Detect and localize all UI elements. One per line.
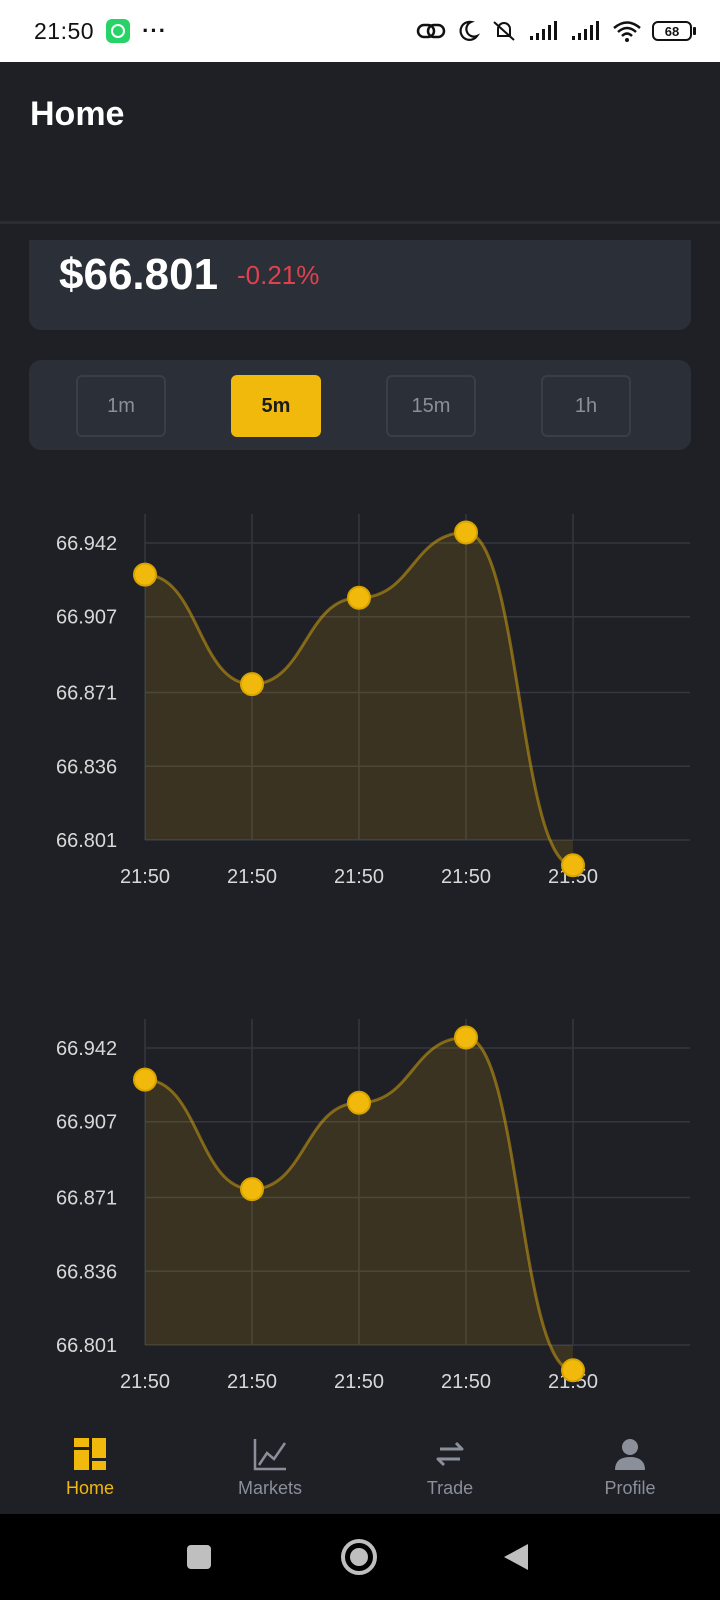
nav-label-profile: Profile bbox=[604, 1478, 656, 1498]
user-icon bbox=[615, 1439, 645, 1470]
timeframe-5m-button[interactable]: 5m bbox=[231, 375, 321, 437]
wifi-icon bbox=[613, 21, 641, 42]
y-tick-label: 66.907 bbox=[56, 607, 117, 629]
nav-label-markets: Markets bbox=[237, 1478, 302, 1498]
home-circle-icon[interactable] bbox=[340, 1538, 378, 1576]
whatsapp-icon bbox=[106, 19, 131, 43]
x-tick-label: 21:50 bbox=[441, 1371, 491, 1393]
signal-icon-1 bbox=[530, 21, 557, 40]
more-notifications-icon: ··· bbox=[142, 18, 168, 43]
link-icon bbox=[416, 23, 446, 39]
dashboard-icon bbox=[74, 1438, 106, 1470]
x-tick-label: 21:50 bbox=[441, 866, 491, 888]
y-tick-label: 66.836 bbox=[56, 1261, 117, 1283]
y-tick-label: 66.836 bbox=[56, 756, 117, 778]
moon-icon bbox=[459, 20, 480, 41]
swap-arrows-icon bbox=[436, 1441, 464, 1467]
bottom-nav: Home Markets Trade Profile bbox=[0, 1422, 720, 1514]
price-chart-1-svg: 66.94266.90766.87166.83666.80121:50 21:50… bbox=[56, 514, 690, 888]
timeframe-15m-button[interactable]: 15m bbox=[386, 375, 476, 437]
data-point bbox=[240, 672, 264, 697]
data-point bbox=[240, 1177, 264, 1202]
nav-item-markets[interactable]: Markets bbox=[180, 1422, 360, 1514]
recents-square-icon[interactable] bbox=[186, 1544, 212, 1570]
nav-item-trade[interactable]: Trade bbox=[360, 1422, 540, 1514]
data-point bbox=[454, 520, 478, 545]
x-tick-label: 21:50 bbox=[334, 1371, 384, 1393]
timeframe-1m-button[interactable]: 1m bbox=[76, 375, 166, 437]
nav-label-trade: Trade bbox=[426, 1478, 474, 1498]
y-tick-label: 66.942 bbox=[56, 533, 117, 555]
data-point bbox=[133, 1067, 157, 1092]
nav-item-home[interactable]: Home bbox=[0, 1422, 180, 1514]
data-point bbox=[133, 562, 157, 587]
price-card: $66.801 -0.21% bbox=[29, 240, 691, 330]
line-chart-icon bbox=[253, 1439, 287, 1471]
nav-label-home: Home bbox=[65, 1478, 114, 1498]
x-tick-label: 21:50 bbox=[227, 1371, 277, 1393]
page-title: Home bbox=[30, 95, 125, 133]
timeframe-selector: 1m 5m 15m 1h bbox=[29, 360, 691, 450]
price-chart-2: 66.942 66.907 66.871 66.836 66.801 21:50 21:50… bbox=[0, 1005, 720, 1405]
y-tick-label: 66.801 bbox=[56, 1335, 117, 1357]
x-tick-label: 21:50 bbox=[334, 866, 384, 888]
mute-bell-icon bbox=[493, 21, 515, 41]
app-header bbox=[0, 62, 720, 224]
y-tick-label: 66.871 bbox=[56, 1188, 117, 1210]
status-icons: 68 bbox=[416, 19, 696, 43]
x-tick-label: 21:50 bbox=[227, 866, 277, 888]
signal-icon-2 bbox=[572, 21, 599, 40]
data-point bbox=[561, 1358, 585, 1383]
y-tick-label: 66.871 bbox=[56, 683, 117, 705]
timeframe-1h-button[interactable]: 1h bbox=[541, 375, 631, 437]
back-triangle-icon[interactable] bbox=[502, 1542, 530, 1572]
status-bar: 21:50 ··· 68 bbox=[0, 0, 720, 62]
price-change: -0.21% bbox=[237, 260, 320, 290]
price-chart-1: 66.942 66.907 66.871 66.836 66.801 21:50 21:50… bbox=[0, 500, 720, 900]
data-point bbox=[454, 1025, 478, 1050]
x-tick-label: 21:50 bbox=[120, 1371, 170, 1393]
system-nav-bar bbox=[0, 1514, 720, 1600]
nav-item-profile[interactable]: Profile bbox=[540, 1422, 720, 1514]
y-tick-label: 66.942 bbox=[56, 1038, 117, 1060]
price-value: $66.801 bbox=[59, 250, 219, 299]
data-point bbox=[347, 585, 371, 610]
battery-level: 68 bbox=[652, 21, 692, 41]
y-tick-label: 66.801 bbox=[56, 830, 117, 852]
status-time: 21:50 bbox=[34, 17, 95, 44]
data-point bbox=[561, 853, 585, 878]
y-tick-label: 66.907 bbox=[56, 1112, 117, 1134]
price-chart-2-svg: 66.94266.90766.87166.83666.80121:50 21:50… bbox=[56, 1019, 690, 1393]
x-tick-label: 21:50 bbox=[120, 866, 170, 888]
battery-icon: 68 bbox=[652, 21, 696, 41]
data-point bbox=[347, 1090, 371, 1115]
